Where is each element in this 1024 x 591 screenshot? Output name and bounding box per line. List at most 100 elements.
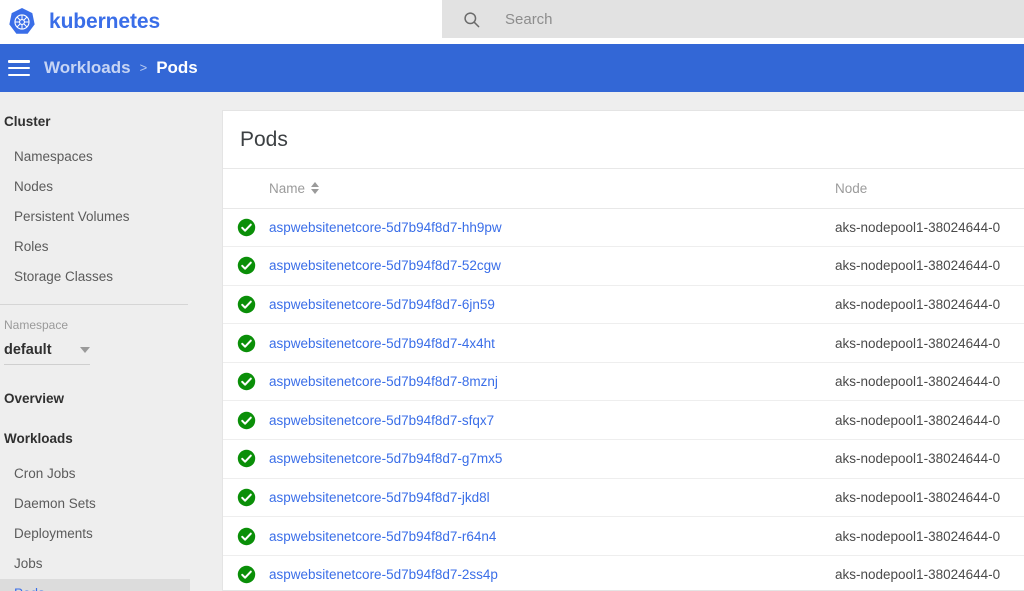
breadcrumb-parent[interactable]: Workloads — [44, 58, 131, 78]
table-row[interactable]: aspwebsitenetcore-5d7b94f8d7-r64n4 aks-no… — [223, 516, 1024, 556]
pod-name-link[interactable]: aspwebsitenetcore-5d7b94f8d7-8mznj — [269, 374, 498, 389]
pod-status-cell — [223, 555, 269, 590]
check-circle-icon — [237, 372, 255, 391]
page-title: Pods — [223, 111, 1024, 169]
table-row[interactable]: aspwebsitenetcore-5d7b94f8d7-6jn59 aks-no… — [223, 285, 1024, 325]
table-row[interactable]: aspwebsitenetcore-5d7b94f8d7-2ss4p aks-no… — [223, 555, 1024, 590]
sidebar-item-namespaces[interactable]: Namespaces — [0, 142, 200, 172]
check-circle-icon — [237, 411, 255, 429]
pod-status-cell — [223, 362, 269, 402]
column-header-node[interactable]: Node — [835, 169, 1024, 209]
pod-name-link[interactable]: aspwebsitenetcore-5d7b94f8d7-6jn59 — [269, 297, 495, 312]
pod-node-cell: aks-nodepool1-38024644-0 — [835, 285, 1024, 325]
table-header: Name Node — [223, 169, 1024, 209]
table-row[interactable]: aspwebsitenetcore-5d7b94f8d7-jkd8l aks-no… — [223, 478, 1024, 518]
sidebar-header-overview[interactable]: Overview — [0, 379, 200, 419]
pod-name-cell: aspwebsitenetcore-5d7b94f8d7-8mznj — [269, 362, 835, 402]
sidebar-item-persistent-volumes[interactable]: Persistent Volumes — [0, 202, 200, 232]
pod-status-cell — [223, 323, 269, 363]
pod-node-cell: aks-nodepool1-38024644-0 — [835, 246, 1024, 286]
pod-name-link[interactable]: aspwebsitenetcore-5d7b94f8d7-jkd8l — [269, 490, 490, 505]
check-circle-icon — [237, 295, 255, 314]
breadcrumb-separator: > — [139, 59, 148, 75]
pods-table: Name Node aspwebsitenetcore-5d7b94f8d7-h… — [223, 169, 1024, 590]
table-row[interactable]: aspwebsitenetcore-5d7b94f8d7-8mznj aks-no… — [223, 362, 1024, 402]
hamburger-menu-icon[interactable] — [8, 60, 30, 76]
pod-name-cell: aspwebsitenetcore-5d7b94f8d7-6jn59 — [269, 285, 835, 325]
pod-name-link[interactable]: aspwebsitenetcore-5d7b94f8d7-hh9pw — [269, 220, 502, 235]
pod-node-cell: aks-nodepool1-38024644-0 — [835, 400, 1024, 441]
sidebar-item-jobs[interactable]: Jobs — [0, 549, 200, 579]
breadcrumb-bar: Workloads > Pods — [0, 44, 1024, 92]
pod-name-link[interactable]: aspwebsitenetcore-5d7b94f8d7-sfqx7 — [269, 413, 494, 428]
chevron-down-icon — [80, 347, 90, 353]
pod-name-link[interactable]: aspwebsitenetcore-5d7b94f8d7-52cgw — [269, 258, 501, 273]
pod-status-cell — [223, 478, 269, 518]
pod-status-cell — [223, 516, 269, 556]
breadcrumb-current: Pods — [156, 58, 198, 77]
search-input[interactable] — [505, 10, 965, 28]
pod-name-cell: aspwebsitenetcore-5d7b94f8d7-g7mx5 — [269, 439, 835, 479]
sidebar-item-cron-jobs[interactable]: Cron Jobs — [0, 459, 200, 489]
column-header-status — [223, 169, 269, 209]
pod-status-cell — [223, 208, 269, 248]
pod-name-cell: aspwebsitenetcore-5d7b94f8d7-sfqx7 — [269, 400, 835, 441]
check-circle-icon — [237, 450, 255, 468]
pod-name-cell: aspwebsitenetcore-5d7b94f8d7-r64n4 — [269, 516, 835, 556]
check-circle-icon — [237, 334, 255, 352]
pod-node-cell: aks-nodepool1-38024644-0 — [835, 516, 1024, 556]
check-circle-icon — [237, 527, 255, 545]
pod-status-cell — [223, 285, 269, 325]
search-bar[interactable] — [442, 0, 1024, 38]
pod-name-cell: aspwebsitenetcore-5d7b94f8d7-4x4ht — [269, 323, 835, 363]
sidebar-item-roles[interactable]: Roles — [0, 232, 200, 262]
pod-node-cell: aks-nodepool1-38024644-0 — [835, 555, 1024, 590]
sidebar-item-pods[interactable]: Pods — [0, 579, 190, 591]
namespace-selected-value: default — [4, 342, 52, 358]
check-circle-icon — [237, 257, 255, 275]
kubernetes-helm-icon — [9, 7, 35, 34]
sidebar: Cluster Namespaces Nodes Persistent Volu… — [0, 92, 200, 591]
namespace-select[interactable]: default — [4, 342, 90, 365]
sidebar-divider — [0, 304, 188, 305]
brand-title: kubernetes — [49, 10, 161, 33]
namespace-label: Namespace — [4, 318, 69, 332]
sidebar-item-deployments[interactable]: Deployments — [0, 519, 200, 549]
column-header-name[interactable]: Name — [269, 169, 835, 209]
sidebar-item-daemon-sets[interactable]: Daemon Sets — [0, 489, 200, 519]
table-row[interactable]: aspwebsitenetcore-5d7b94f8d7-52cgw aks-no… — [223, 246, 1024, 286]
table-row[interactable]: aspwebsitenetcore-5d7b94f8d7-sfqx7 aks-no… — [223, 400, 1024, 441]
pod-node-cell: aks-nodepool1-38024644-0 — [835, 323, 1024, 363]
sidebar-header-workloads[interactable]: Workloads — [0, 419, 200, 459]
pod-node-cell: aks-nodepool1-38024644-0 — [835, 362, 1024, 402]
pod-name-link[interactable]: aspwebsitenetcore-5d7b94f8d7-4x4ht — [269, 336, 495, 351]
sidebar-item-nodes[interactable]: Nodes — [0, 172, 200, 202]
pod-name-link[interactable]: aspwebsitenetcore-5d7b94f8d7-r64n4 — [269, 529, 496, 544]
pod-name-link[interactable]: aspwebsitenetcore-5d7b94f8d7-2ss4p — [269, 567, 498, 582]
column-header-name-label: Name — [269, 180, 306, 196]
pod-name-link[interactable]: aspwebsitenetcore-5d7b94f8d7-g7mx5 — [269, 451, 502, 466]
table-body: aspwebsitenetcore-5d7b94f8d7-hh9pw aks-no… — [223, 208, 1024, 590]
check-circle-icon — [237, 565, 255, 584]
sort-arrows-icon[interactable] — [311, 182, 320, 195]
pods-card: Pods Name Node aspwebsitenetcore-5d7b94f… — [222, 110, 1024, 591]
pod-name-cell: aspwebsitenetcore-5d7b94f8d7-hh9pw — [269, 208, 835, 248]
column-header-node-label: Node — [835, 180, 868, 196]
pod-name-cell: aspwebsitenetcore-5d7b94f8d7-jkd8l — [269, 478, 835, 518]
sidebar-header-cluster[interactable]: Cluster — [0, 102, 200, 142]
table-row[interactable]: aspwebsitenetcore-5d7b94f8d7-hh9pw aks-no… — [223, 208, 1024, 248]
pod-node-cell: aks-nodepool1-38024644-0 — [835, 478, 1024, 518]
table-row[interactable]: aspwebsitenetcore-5d7b94f8d7-4x4ht aks-no… — [223, 323, 1024, 363]
pod-node-cell: aks-nodepool1-38024644-0 — [835, 439, 1024, 479]
brand-area[interactable]: kubernetes — [0, 0, 440, 44]
check-circle-icon — [237, 488, 255, 507]
sidebar-item-storage-classes[interactable]: Storage Classes — [0, 262, 200, 292]
check-circle-icon — [237, 218, 255, 237]
pod-status-cell — [223, 246, 269, 286]
table-row[interactable]: aspwebsitenetcore-5d7b94f8d7-g7mx5 aks-no… — [223, 439, 1024, 479]
pod-status-cell — [223, 400, 269, 441]
pod-name-cell: aspwebsitenetcore-5d7b94f8d7-2ss4p — [269, 555, 835, 590]
pod-status-cell — [223, 439, 269, 479]
pod-node-cell: aks-nodepool1-38024644-0 — [835, 208, 1024, 248]
top-bar: kubernetes — [0, 0, 1024, 44]
